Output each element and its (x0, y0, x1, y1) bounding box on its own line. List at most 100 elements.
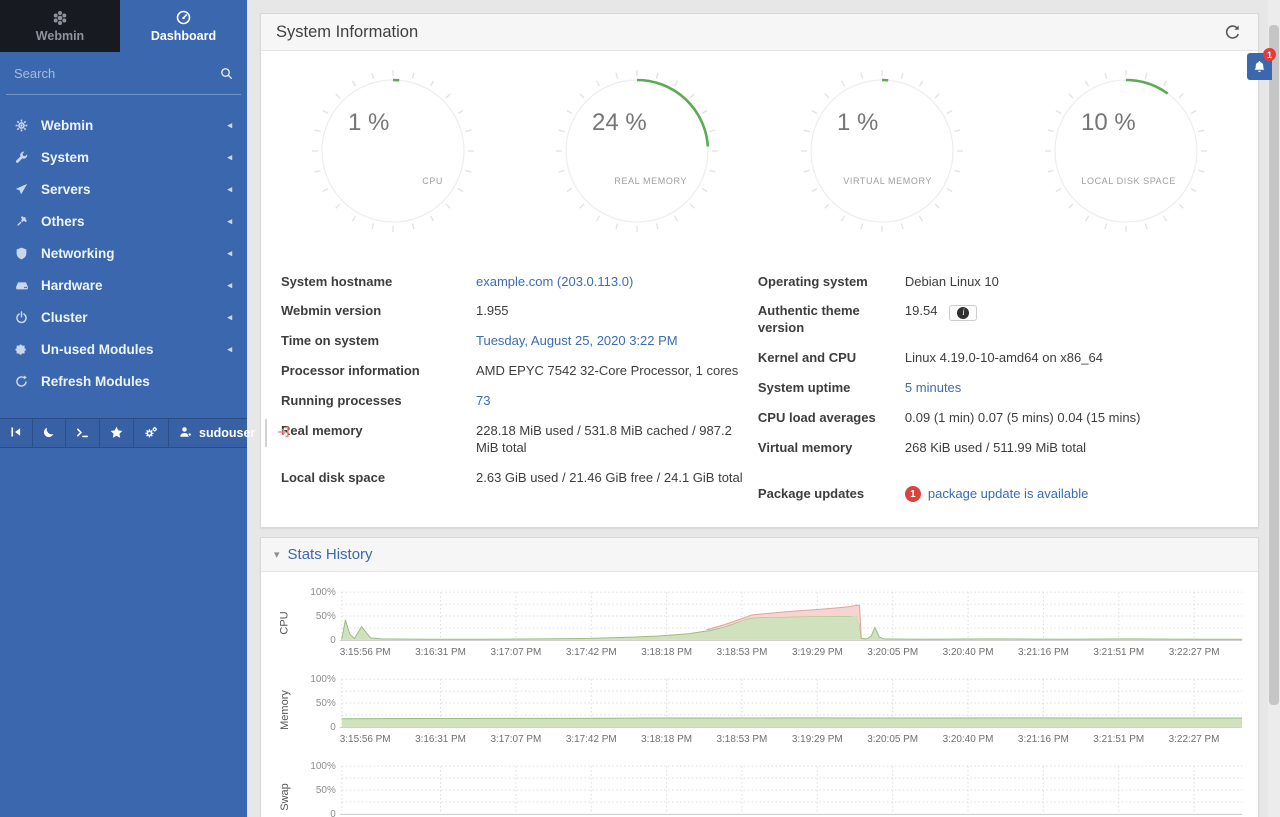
notifications-tab[interactable]: 1 (1247, 53, 1272, 80)
sidebar-toolbar: sudouser (0, 418, 247, 448)
svg-text:100%: 100% (310, 587, 336, 598)
rocket-icon (15, 183, 41, 196)
sidebar-item-system[interactable]: System◂ (0, 141, 247, 173)
memory-axis-label: Memory (273, 704, 297, 716)
favorites-button[interactable] (100, 419, 134, 447)
harddrive-icon (15, 279, 41, 292)
theme-info-button[interactable]: i (949, 305, 977, 321)
svg-text:3:20:40 PM: 3:20:40 PM (943, 734, 994, 745)
webmin-logo-icon (52, 10, 68, 26)
axis-label-text: Swap (279, 783, 291, 811)
info-value: 0.09 (1 min) 0.07 (5 mins) 0.04 (15 mins… (905, 410, 1238, 427)
info-label: Authentic theme version (758, 303, 905, 337)
search-icon[interactable] (220, 67, 233, 80)
info-value: 228.18 MiB used / 531.8 MiB cached / 987… (476, 423, 750, 457)
sidebar-item-others[interactable]: Others◂ (0, 205, 247, 237)
system-info-right-column: Operating systemDebian Linux 10Authentic… (750, 267, 1238, 509)
info-row-running-processes: Running processes73 (281, 387, 750, 417)
info-value: Linux 4.19.0-10-amd64 on x86_64 (905, 350, 1238, 367)
axis-label-text: CPU (279, 612, 291, 635)
info-value: 19.54i (905, 303, 1238, 321)
svg-text:3:20:05 PM: 3:20:05 PM (867, 647, 918, 658)
sidebar-item-un-used-modules[interactable]: Un-used Modules◂ (0, 333, 247, 365)
gauge-local-disk-space: 10 %LOCAL DISK SPACE (1004, 69, 1248, 233)
info-row-time-on-system: Time on systemTuesday, August 25, 2020 3… (281, 327, 750, 357)
svg-text:3:18:18 PM: 3:18:18 PM (641, 647, 692, 658)
svg-text:3:19:29 PM: 3:19:29 PM (792, 734, 843, 745)
gear-icon (15, 119, 41, 132)
info-link-running-processes[interactable]: 73 (476, 393, 490, 408)
gauge-dial: 24 %REAL MEMORY (555, 69, 719, 233)
puzzle-icon (15, 343, 41, 356)
info-link-package-updates[interactable]: package update is available (928, 486, 1088, 503)
stats-history-header[interactable]: ▾ Stats History (261, 538, 1258, 572)
sidebar-item-refresh-modules[interactable]: Refresh Modules (0, 365, 247, 397)
info-label: CPU load averages (758, 410, 905, 427)
gauge-cpu: 1 %CPU (271, 69, 515, 233)
collapse-caret-icon: ▾ (274, 548, 280, 561)
caret-left-icon: ◂ (227, 248, 232, 259)
terminal-icon (76, 427, 89, 440)
collapse-sidebar-icon (10, 426, 22, 440)
sidebar-menu: Webmin◂System◂Servers◂Others◂Networking◂… (0, 95, 247, 397)
memory-used-area (342, 718, 1242, 727)
logout-button[interactable] (266, 419, 300, 447)
tab-dashboard[interactable]: Dashboard (120, 0, 247, 52)
svg-text:REAL MEMORY: REAL MEMORY (615, 176, 688, 186)
svg-text:100%: 100% (310, 674, 336, 685)
refresh-page-icon[interactable] (1222, 22, 1243, 43)
svg-text:50%: 50% (316, 698, 336, 709)
sidebar-item-networking[interactable]: Networking◂ (0, 237, 247, 269)
caret-left-icon: ◂ (227, 280, 232, 291)
info-link-system-uptime[interactable]: 5 minutes (905, 380, 961, 395)
svg-text:3:16:31 PM: 3:16:31 PM (415, 734, 466, 745)
info-label: System hostname (281, 274, 476, 291)
notification-badge: 1 (1263, 48, 1276, 61)
info-link-system-hostname[interactable]: example.com (203.0.113.0) (476, 274, 633, 289)
info-row-system-hostname: System hostnameexample.com (203.0.113.0) (281, 267, 750, 297)
stats-charts: CPU 100% 50% 0 3:15:56 PM 3:16:31 PM 3:17:07 P… (261, 572, 1258, 817)
sidebar-item-label: Others (41, 214, 85, 229)
username-label: sudouser (199, 426, 255, 440)
terminal-button[interactable] (66, 419, 100, 447)
info-icon: i (957, 307, 969, 319)
system-information-panel: System Information 1 %CPU24 %REAL MEMORY… (260, 13, 1259, 528)
info-label: Time on system (281, 333, 476, 350)
system-info-tables: System hostnameexample.com (203.0.113.0)… (261, 233, 1258, 527)
sidebar-item-servers[interactable]: Servers◂ (0, 173, 247, 205)
info-label: Processor information (281, 363, 476, 380)
svg-text:3:15:56 PM: 3:15:56 PM (340, 734, 391, 745)
cpu-axis-label: CPU (273, 617, 297, 629)
info-label: System uptime (758, 380, 905, 397)
sidebar-item-webmin[interactable]: Webmin◂ (0, 109, 247, 141)
collapse-sidebar-button[interactable] (0, 419, 33, 447)
svg-text:3:16:31 PM: 3:16:31 PM (415, 647, 466, 658)
svg-text:1 %: 1 % (837, 109, 878, 136)
user-button[interactable]: sudouser (169, 419, 266, 447)
night-mode-button[interactable] (33, 419, 66, 447)
refresh-icon (15, 375, 41, 388)
sidebar-item-hardware[interactable]: Hardware◂ (0, 269, 247, 301)
moon-icon (43, 426, 55, 440)
sidebar-item-label: System (41, 150, 89, 165)
svg-text:3:17:07 PM: 3:17:07 PM (490, 647, 541, 658)
sidebar-item-cluster[interactable]: Cluster◂ (0, 301, 247, 333)
svg-text:0: 0 (330, 722, 336, 733)
info-row-cpu-load-averages: CPU load averages0.09 (1 min) 0.07 (5 mi… (758, 403, 1238, 433)
theme-settings-button[interactable] (134, 419, 169, 447)
caret-left-icon: ◂ (227, 120, 232, 131)
search-input[interactable] (14, 66, 220, 81)
info-link-time-on-system[interactable]: Tuesday, August 25, 2020 3:22 PM (476, 333, 678, 348)
svg-text:3:21:16 PM: 3:21:16 PM (1018, 647, 1069, 658)
scrollbar-thumb[interactable] (1269, 25, 1279, 705)
gauges-row: 1 %CPU24 %REAL MEMORY1 %VIRTUAL MEMORY10… (261, 51, 1258, 233)
info-label: Local disk space (281, 470, 476, 487)
svg-text:0: 0 (330, 635, 336, 646)
dashboard-icon (176, 10, 191, 26)
svg-text:3:18:53 PM: 3:18:53 PM (716, 647, 767, 658)
cpu-chart: 100%50%03:15:56 PM3:16:31 PM3:17:07 PM3:… (297, 586, 1250, 660)
update-count-badge: 1 (905, 486, 921, 502)
scrollbar[interactable] (1268, 0, 1280, 817)
tab-webmin[interactable]: Webmin (0, 0, 120, 52)
caret-left-icon: ◂ (227, 184, 232, 195)
